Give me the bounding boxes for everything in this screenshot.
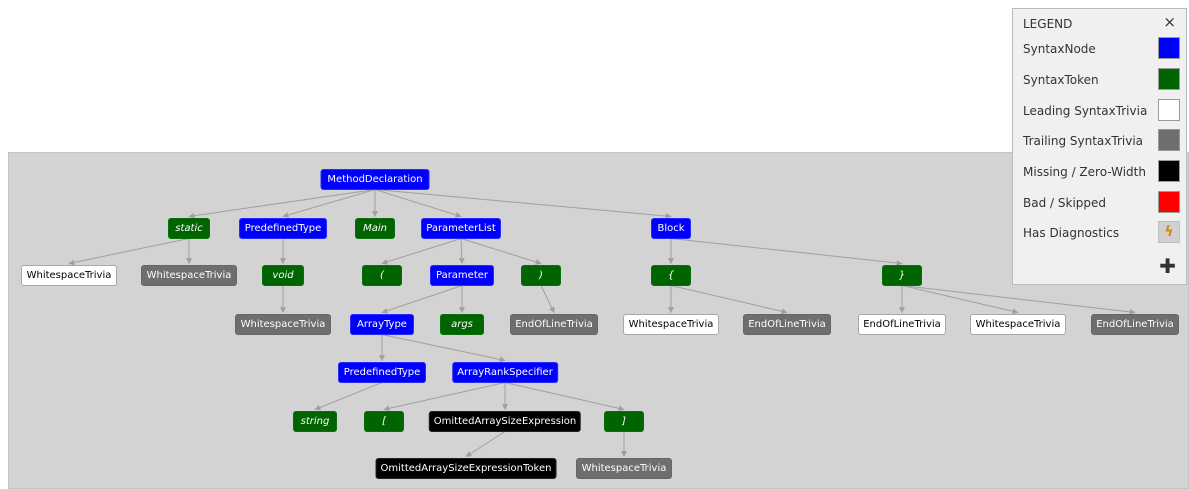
missing-swatch bbox=[1158, 160, 1180, 182]
tree-node-omittedarraysizeexpressiontoken[interactable]: OmittedArraySizeExpressionToken bbox=[375, 457, 557, 479]
legend-item-label: SyntaxToken bbox=[1023, 73, 1099, 87]
tree-node-whitespacetrivia[interactable]: WhitespaceTrivia bbox=[235, 313, 331, 335]
tree-node-string[interactable]: string bbox=[293, 410, 337, 432]
tree-node-whitespacetrivia[interactable]: WhitespaceTrivia bbox=[21, 264, 117, 286]
legend-item-label: SyntaxNode bbox=[1023, 42, 1096, 56]
tree-node-punct[interactable]: ) bbox=[521, 264, 561, 286]
close-icon[interactable]: × bbox=[1163, 14, 1176, 30]
tree-node-parameterlist[interactable]: ParameterList bbox=[421, 217, 501, 239]
tree-node-methoddeclaration[interactable]: MethodDeclaration bbox=[320, 168, 430, 190]
tree-node-endoflinetrivia[interactable]: EndOfLineTrivia bbox=[743, 313, 831, 335]
tree-node-arrayrankspecifier[interactable]: ArrayRankSpecifier bbox=[452, 361, 558, 383]
legend-item-missing: Missing / Zero-Width bbox=[1023, 160, 1180, 184]
tree-node-whitespacetrivia[interactable]: WhitespaceTrivia bbox=[970, 313, 1066, 335]
tree-node-endoflinetrivia[interactable]: EndOfLineTrivia bbox=[858, 313, 946, 335]
tree-node-whitespacetrivia[interactable]: WhitespaceTrivia bbox=[623, 313, 719, 335]
tree-node-arraytype[interactable]: ArrayType bbox=[350, 313, 414, 335]
tree-node-punct[interactable]: { bbox=[651, 264, 691, 286]
tree-node-omittedarraysizeexpression[interactable]: OmittedArraySizeExpression bbox=[428, 410, 582, 432]
legend-panel: LEGEND × SyntaxNode SyntaxToken Leading … bbox=[1012, 8, 1187, 285]
syntax-visualizer: MethodDeclaration static PredefinedType Mai… bbox=[0, 0, 1189, 489]
legend-item-label: Trailing SyntaxTrivia bbox=[1023, 134, 1143, 148]
legend-title: LEGEND bbox=[1023, 17, 1073, 31]
tree-node-predefinedtype[interactable]: PredefinedType bbox=[338, 361, 426, 383]
lightning-icon: ϟ bbox=[1158, 221, 1180, 243]
leading-trivia-swatch bbox=[1158, 99, 1180, 121]
tree-node-predefinedtype[interactable]: PredefinedType bbox=[239, 217, 327, 239]
legend-item-label: Missing / Zero-Width bbox=[1023, 165, 1146, 179]
legend-item-label: Has Diagnostics bbox=[1023, 226, 1120, 240]
tree-node-whitespacetrivia[interactable]: WhitespaceTrivia bbox=[141, 264, 237, 286]
legend-item-label: Bad / Skipped bbox=[1023, 196, 1107, 210]
tree-node-punct[interactable]: [ bbox=[364, 410, 404, 432]
tree-node-static[interactable]: static bbox=[168, 217, 210, 239]
legend-item-leading-trivia: Leading SyntaxTrivia bbox=[1023, 99, 1180, 123]
tree-nodes: MethodDeclaration static PredefinedType Mai… bbox=[0, 0, 1189, 489]
tree-node-endoflinetrivia[interactable]: EndOfLineTrivia bbox=[510, 313, 598, 335]
tree-node-main[interactable]: Main bbox=[355, 217, 395, 239]
syntax-node-swatch bbox=[1158, 37, 1180, 59]
tree-node-punct[interactable]: ] bbox=[604, 410, 644, 432]
legend-item-trailing-trivia: Trailing SyntaxTrivia bbox=[1023, 129, 1180, 153]
legend-item-syntax-token: SyntaxToken bbox=[1023, 68, 1180, 92]
tree-node-punct[interactable]: ( bbox=[362, 264, 402, 286]
tree-node-parameter[interactable]: Parameter bbox=[430, 264, 494, 286]
legend-item-label: Leading SyntaxTrivia bbox=[1023, 104, 1148, 118]
tree-node-void[interactable]: void bbox=[262, 264, 304, 286]
tree-node-endoflinetrivia[interactable]: EndOfLineTrivia bbox=[1091, 313, 1179, 335]
legend-item-bad-skipped: Bad / Skipped bbox=[1023, 191, 1180, 215]
legend-item-has-diagnostics: Has Diagnostics ϟ bbox=[1023, 221, 1180, 245]
legend-item-syntax-node: SyntaxNode bbox=[1023, 37, 1180, 61]
bad-skipped-swatch bbox=[1158, 191, 1180, 213]
syntax-token-swatch bbox=[1158, 68, 1180, 90]
tree-node-block[interactable]: Block bbox=[651, 217, 691, 239]
tree-node-args[interactable]: args bbox=[440, 313, 484, 335]
expand-icon[interactable]: ✚ bbox=[1159, 256, 1176, 276]
tree-node-punct[interactable]: } bbox=[882, 264, 922, 286]
trailing-trivia-swatch bbox=[1158, 129, 1180, 151]
tree-node-whitespacetrivia[interactable]: WhitespaceTrivia bbox=[576, 457, 672, 479]
